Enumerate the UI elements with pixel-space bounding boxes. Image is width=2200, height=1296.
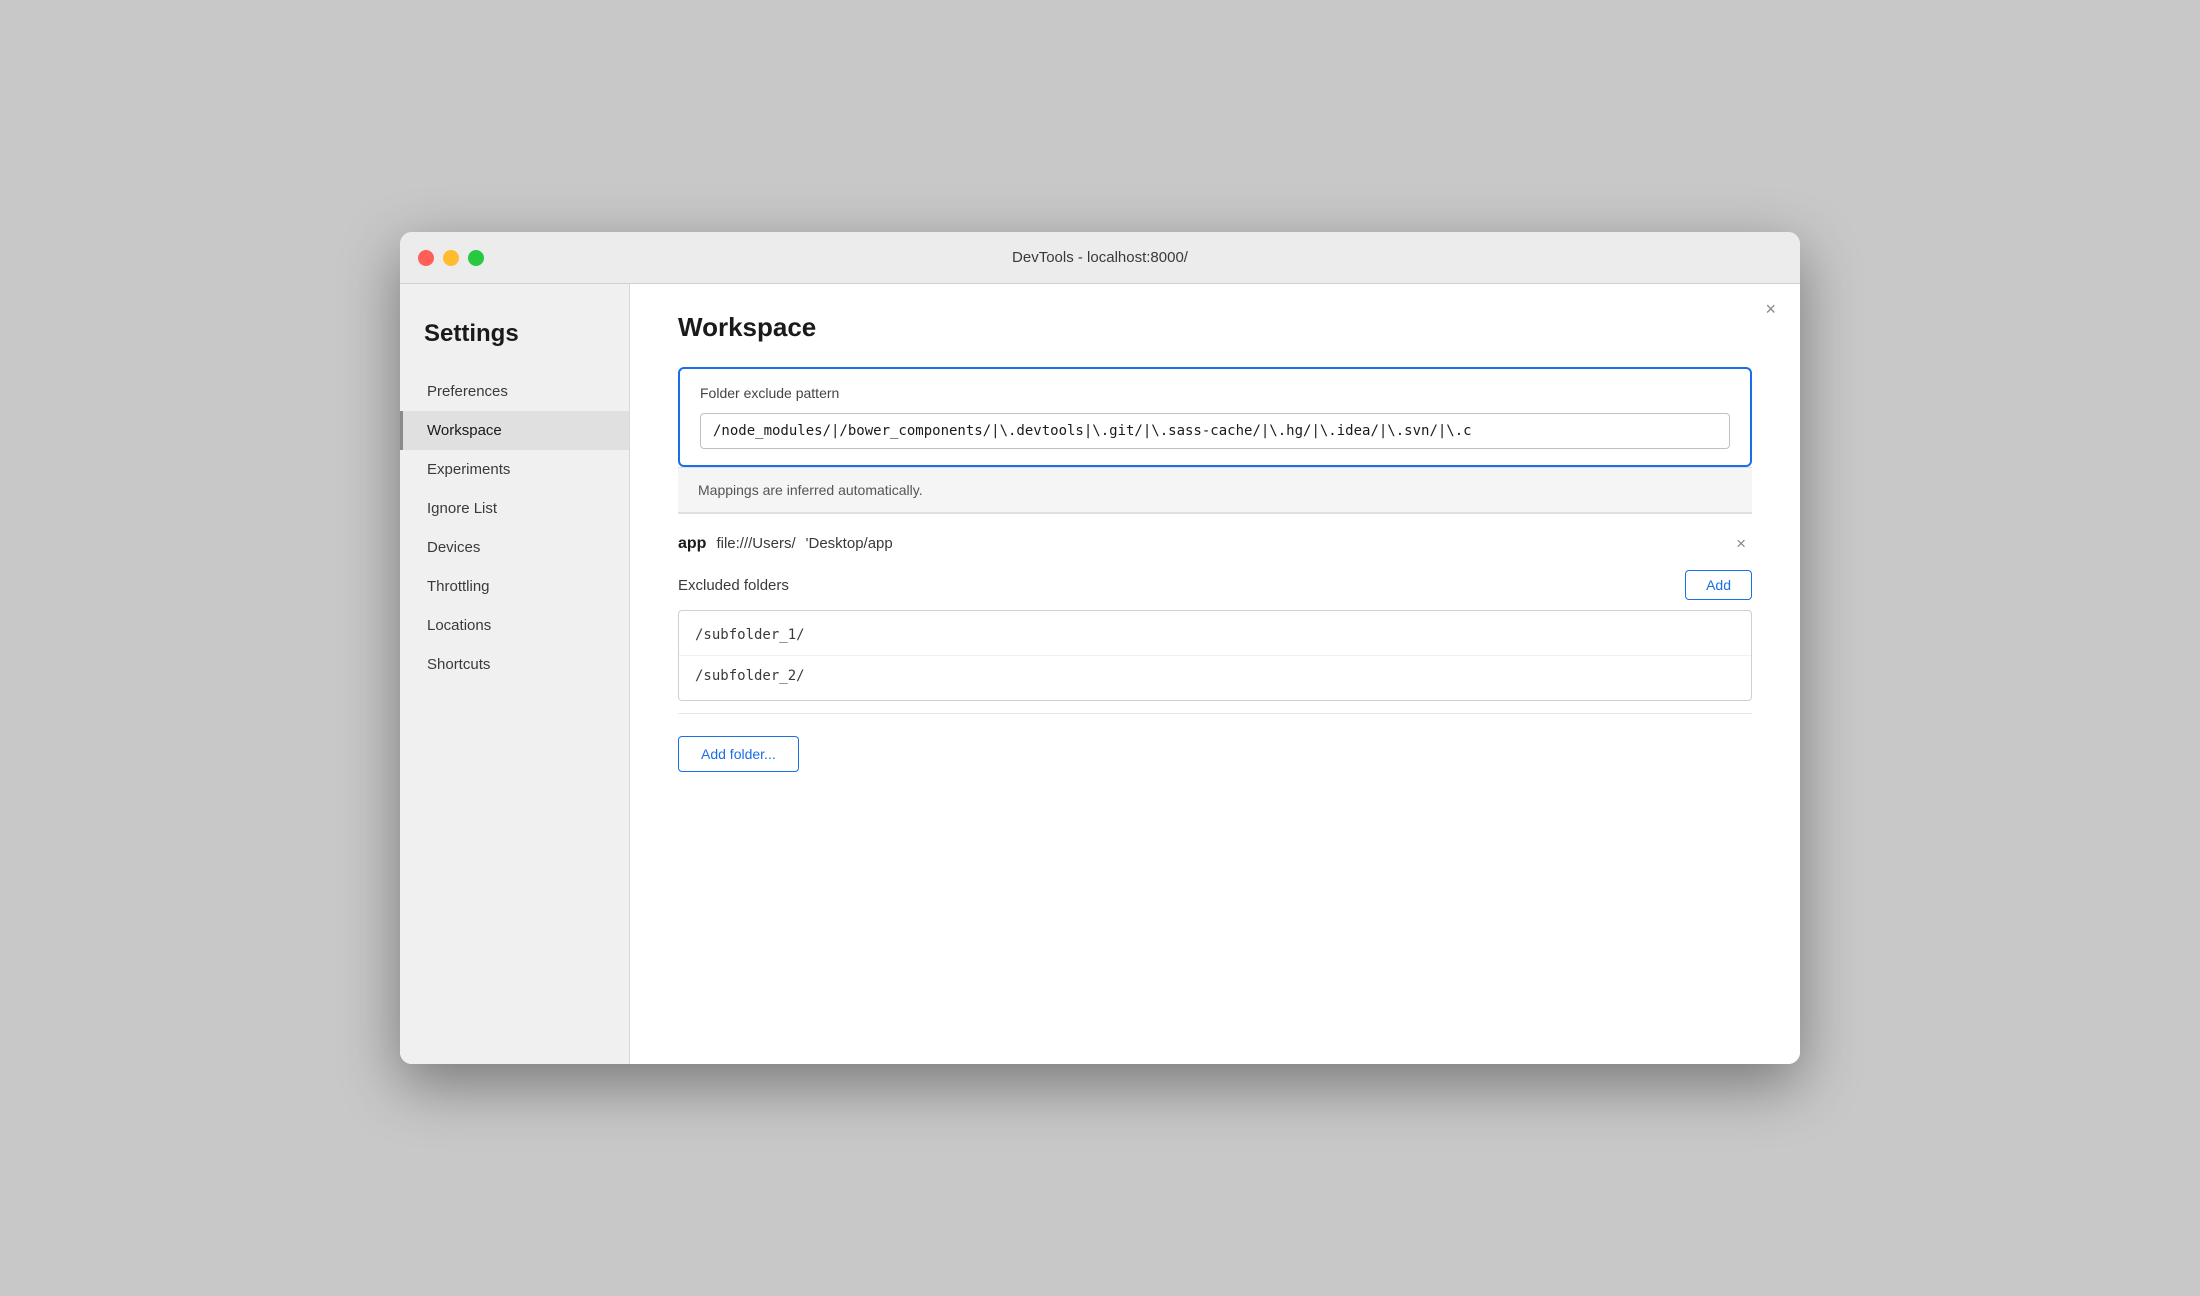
titlebar-title: DevTools - localhost:8000/ [1012,249,1188,266]
excluded-item-1: /subfolder_2/ [679,656,1751,696]
sidebar-item-ignore-list[interactable]: Ignore List [400,489,629,528]
devtools-window: DevTools - localhost:8000/ Settings Pref… [400,232,1800,1064]
traffic-lights [418,250,484,266]
info-text: Mappings are inferred automatically. [698,482,923,498]
sidebar-item-devices[interactable]: Devices [400,528,629,567]
sidebar-item-experiments[interactable]: Experiments [400,450,629,489]
sidebar: Settings Preferences Workspace Experimen… [400,284,630,1064]
content-area: Settings Preferences Workspace Experimen… [400,284,1800,1064]
folder-entry: app file:///Users/ 'Desktop/app × Exclud… [678,514,1752,714]
titlebar: DevTools - localhost:8000/ [400,232,1800,284]
maximize-traffic-light[interactable] [468,250,484,266]
page-title: Workspace [678,312,1752,343]
main-panel: × Workspace Folder exclude pattern Mappi… [630,284,1800,1064]
folder-remove-button[interactable]: × [1730,532,1752,556]
add-excluded-folder-button[interactable]: Add [1685,570,1752,600]
info-bar: Mappings are inferred automatically. [678,467,1752,513]
folder-entry-header: app file:///Users/ 'Desktop/app × [678,532,1752,556]
close-traffic-light[interactable] [418,250,434,266]
sidebar-item-preferences[interactable]: Preferences [400,372,629,411]
excluded-folders-list: /subfolder_1/ /subfolder_2/ [678,610,1752,701]
sidebar-item-locations[interactable]: Locations [400,606,629,645]
sidebar-heading: Settings [400,304,629,372]
folder-exclude-label: Folder exclude pattern [700,385,1730,401]
sidebar-item-workspace[interactable]: Workspace [400,411,629,450]
folder-exclude-input[interactable] [700,413,1730,449]
sidebar-item-shortcuts[interactable]: Shortcuts [400,645,629,684]
folder-path: file:///Users/ [716,535,795,552]
excluded-item-0: /subfolder_1/ [679,615,1751,656]
sidebar-item-throttling[interactable]: Throttling [400,567,629,606]
folder-entry-path: app file:///Users/ 'Desktop/app [678,535,893,553]
minimize-traffic-light[interactable] [443,250,459,266]
excluded-folders-label: Excluded folders [678,577,789,594]
close-button[interactable]: × [1765,300,1776,318]
excluded-folders-row: Excluded folders Add [678,570,1752,600]
folder-name: app [678,535,706,553]
folder-path2: 'Desktop/app [806,535,893,552]
add-folder-button[interactable]: Add folder... [678,736,799,772]
folder-exclude-box: Folder exclude pattern [678,367,1752,467]
